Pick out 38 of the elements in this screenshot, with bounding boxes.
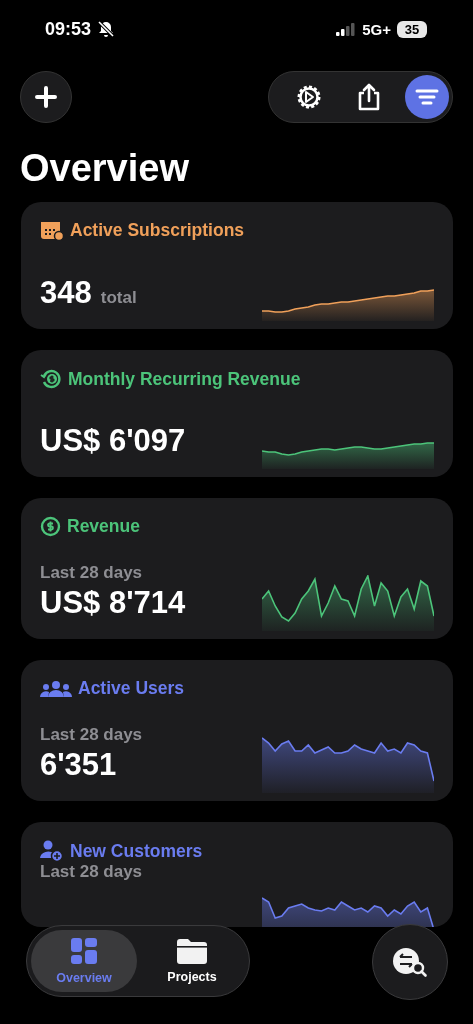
plus-icon (35, 86, 57, 108)
clock: 09:53 (45, 18, 92, 40)
metric-value: US$ 8'714 (40, 585, 186, 621)
tab[interactable]: Projects (139, 930, 245, 992)
dollar-icon (40, 516, 61, 537)
metric-card[interactable]: New Customers Last 28 days (21, 822, 453, 927)
metric-card[interactable]: Active Subscriptions 348 total (21, 202, 453, 329)
card-title: Active Users (78, 678, 185, 699)
folder-icon (176, 938, 208, 964)
metric-value: 348 (40, 275, 92, 311)
period-label: Last 28 days (40, 725, 143, 745)
grid-icon (70, 937, 98, 965)
signal-icon (336, 22, 357, 36)
calendar-icon (40, 220, 64, 241)
recurring-dollar-icon (40, 368, 62, 390)
card-title: New Customers (70, 840, 203, 862)
share-icon (356, 82, 382, 112)
metric-card[interactable]: Revenue Last 28 days US$ 8'714 (21, 498, 453, 639)
metric-value: 6'351 (40, 747, 117, 783)
add-button[interactable] (20, 71, 72, 123)
card-title: Monthly Recurring Revenue (68, 368, 301, 390)
period-label: Last 28 days (40, 862, 143, 882)
period-label: Last 28 days (40, 563, 144, 583)
add-user-icon (40, 840, 64, 862)
metric-card[interactable]: Monthly Recurring Revenue US$ 6'097 (21, 350, 453, 477)
card-title: Revenue (67, 516, 140, 537)
metric-card[interactable]: Active Users Last 28 days 6'351 (21, 660, 453, 801)
users-icon (40, 679, 72, 698)
filter-icon (415, 88, 439, 106)
muted-bell-icon (97, 20, 116, 38)
unit-label: total (100, 288, 137, 308)
search-swap-icon (392, 946, 428, 978)
battery-icon: 35 (397, 20, 427, 38)
page-title: Overview (19, 146, 190, 191)
filter-button[interactable] (405, 75, 449, 119)
network-label: 5G+ (362, 20, 391, 38)
metric-value: US$ 6'097 (40, 423, 186, 459)
card-title: Active Subscriptions (70, 220, 245, 241)
